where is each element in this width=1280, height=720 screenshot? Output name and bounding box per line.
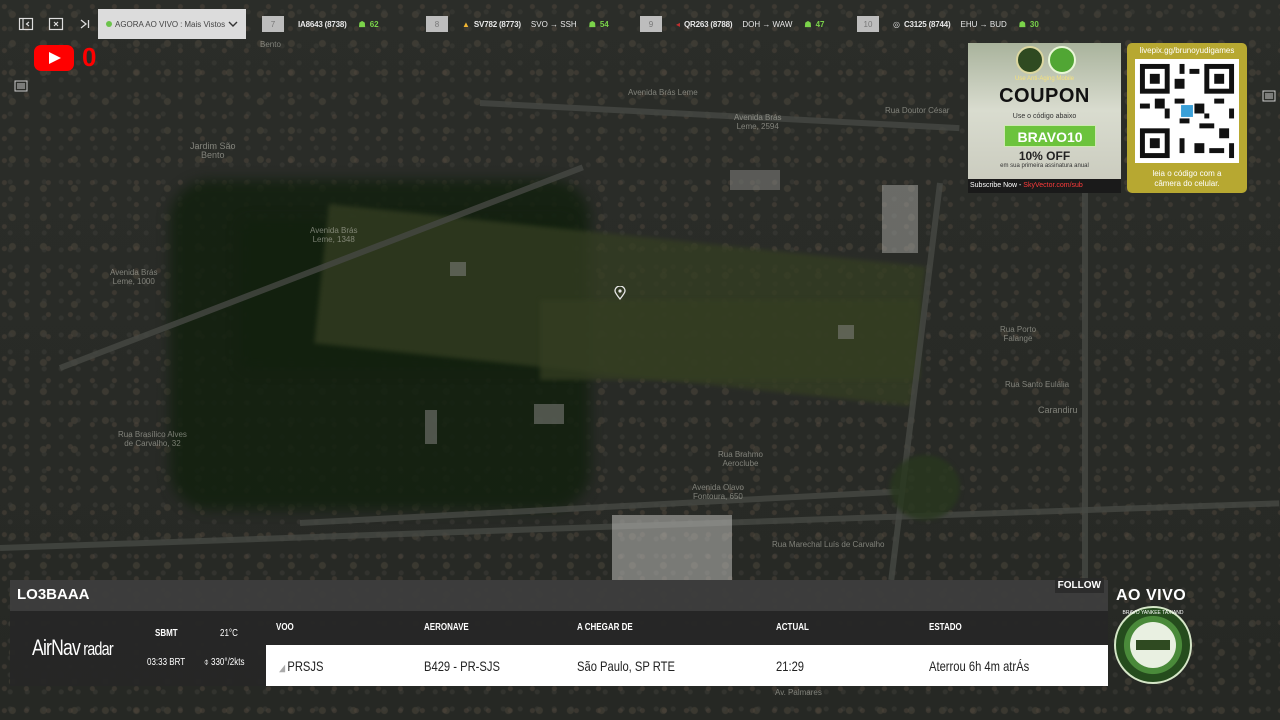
airnav-radar-logo: AirNav radar <box>32 635 114 660</box>
follow-button[interactable]: FOLLOW <box>1054 578 1104 593</box>
flight-code: QR263 (8788) <box>684 19 733 29</box>
cell-aeronave: B429 - PR-SJS <box>424 658 500 674</box>
live-label: AGORA AO VIVO <box>115 19 179 29</box>
flight-route: DOH → WAW <box>742 19 793 29</box>
map-label: Bento <box>260 40 281 49</box>
aircraft-location-pin-icon[interactable] <box>614 286 626 300</box>
donation-qr-panel: livepix.gg/brunoyudigames leia o código … <box>1127 43 1247 193</box>
coupon-ad: Use Anti-Aging Mobile COUPON Use o códig… <box>968 43 1121 193</box>
airplane-icon <box>1136 640 1170 650</box>
airline-icon: ◂ <box>676 19 681 29</box>
coupon-subtitle: Use Anti-Aging Mobile <box>1014 76 1075 82</box>
col-header-actual: ACTUAL <box>776 622 809 633</box>
flight-code: IA8643 (8738) <box>298 19 347 29</box>
warning-icon: ▲ <box>462 19 470 29</box>
map-label: Rua Porto Falange <box>1000 325 1037 343</box>
viewer-count: 54 <box>599 19 609 29</box>
local-time: 03:33 BRT <box>147 657 186 668</box>
live-label-badge: AO VIVO <box>1116 587 1187 604</box>
youtube-subscriber-count: 0 <box>82 42 97 72</box>
live-dot-icon <box>106 21 112 27</box>
col-header-aeronave: AERONAVE <box>424 622 469 633</box>
map-label: Carandiru <box>1038 405 1078 415</box>
viewer-count: 62 <box>369 19 379 29</box>
aircraft-registration: LO3BAAA <box>17 586 90 603</box>
map-label: Rua Santo Eulália <box>1005 380 1070 389</box>
map-label: Rua Doutor César <box>885 106 950 115</box>
collapse-sidebar-icon[interactable] <box>18 16 34 32</box>
viewers-icon: ☗ <box>1018 19 1026 29</box>
flight-rank: 9 <box>640 16 662 32</box>
coupon-instruction: Use o código abaixo <box>1012 113 1077 120</box>
cell-actual: 21:29 <box>776 658 805 674</box>
map-label: Avenida Brás Leme, 1348 <box>310 226 358 244</box>
channel-logo-text: BRAVO YANKEE TAXIAND <box>1122 610 1184 616</box>
top-bar: AGORA AO VIVO : Mais Vistos 7 IA8643 (87… <box>0 9 1280 39</box>
stream-screen: { "topbar": { "live_label": "AGORA AO VI… <box>0 0 1280 720</box>
viewer-count: 47 <box>815 19 825 29</box>
viewers-icon: ☗ <box>358 19 366 29</box>
coupon-title: COUPON <box>999 85 1090 107</box>
brand-logo-icon <box>1048 46 1076 74</box>
flight-route: EHU → BUD <box>960 19 1007 29</box>
coupon-terms: em sua primeira assinatura anual <box>1000 163 1089 169</box>
cell-estado: Aterrou 6h 4m atrÁs <box>929 658 1030 674</box>
col-header-estado: ESTADO <box>929 622 962 633</box>
flight-item-10[interactable]: 10 ◎ C3125 (8744) EHU → BUD ☗ 30 <box>857 15 1039 33</box>
coupon-discount: 10% OFF <box>1018 149 1071 163</box>
map-label: Rua Brahmo Aeroclube <box>718 450 763 468</box>
coupon-footer: Subscribe Now - SkyVector.com/sub <box>968 179 1121 193</box>
flight-code: C3125 (8744) <box>903 19 951 29</box>
viewers-icon: ☗ <box>588 19 596 29</box>
coupon-code: BRAVO10 <box>1004 125 1096 147</box>
brand-logo-icon <box>1016 46 1044 74</box>
flight-item-8[interactable]: 8 ▲ SV782 (8773) SVO → SSH ☗ 54 <box>426 15 609 33</box>
next-icon[interactable] <box>77 16 93 32</box>
chevron-down-icon <box>228 21 238 27</box>
qr-caption: leia o código com a câmera do celular. <box>1152 169 1222 188</box>
expand-icon[interactable] <box>48 16 64 32</box>
viewers-icon: ☗ <box>804 19 812 29</box>
airline-icon: ◎ <box>893 19 900 29</box>
viewer-count: 30 <box>1029 19 1039 29</box>
cell-voo[interactable]: ◢ PRSJS <box>279 658 323 674</box>
map-label: Avenida Brás Leme <box>628 88 698 97</box>
map-label: Avenida Brás Leme, 2594 <box>734 113 782 131</box>
map-label: Avenida Brás Leme, 1000 <box>110 268 158 286</box>
list-icon[interactable] <box>1262 90 1276 102</box>
youtube-icon <box>34 45 74 71</box>
map-label: Jardim São Bento <box>190 141 236 160</box>
list-icon[interactable] <box>14 80 28 92</box>
flight-item-7[interactable]: 7 IA8643 (8738) ☗ 62 <box>262 15 379 33</box>
temperature: 21°C <box>220 628 238 639</box>
flight-route: SVO → SSH <box>530 19 577 29</box>
col-header-voo: VOO <box>276 622 294 633</box>
wind: ⌽ 330°/2kts <box>204 657 245 668</box>
flight-rank: 7 <box>262 16 284 32</box>
flight-rank: 10 <box>857 16 879 32</box>
flight-rank: 8 <box>426 16 448 32</box>
panel-header: LO3BAAA <box>10 580 1108 611</box>
qr-code-icon <box>1135 59 1239 163</box>
cell-origem: São Paulo, SP RTE <box>577 658 675 674</box>
airport-code: SBMT <box>155 628 178 639</box>
flight-item-9[interactable]: 9 ◂ QR263 (8788) DOH → WAW ☗ 47 <box>640 15 824 33</box>
map-label: Av. Palmares <box>775 688 822 697</box>
qr-url: livepix.gg/brunoyudigames <box>1139 46 1235 55</box>
live-sub-label: Mais Vistos <box>184 19 226 29</box>
flight-code: SV782 (8773) <box>473 19 521 29</box>
channel-logo: BRAVO YANKEE TAXIAND <box>1114 606 1192 684</box>
map-label: Rua Brasílico Alves de Carvalho, 32 <box>118 430 187 448</box>
wind-icon: ⌽ <box>204 657 212 668</box>
map-label: Rua Marechal Luís de Carvalho <box>772 540 885 549</box>
map-label: Avenida Olavo Fontoura, 650 <box>692 483 744 501</box>
col-header-origem: A CHEGAR DE <box>577 622 633 633</box>
live-feed-select[interactable]: AGORA AO VIVO : Mais Vistos <box>98 9 246 39</box>
flight-info-panel: LO3BAAA FOLLOW AirNav radar SBMT 21°C 03… <box>10 578 1108 686</box>
